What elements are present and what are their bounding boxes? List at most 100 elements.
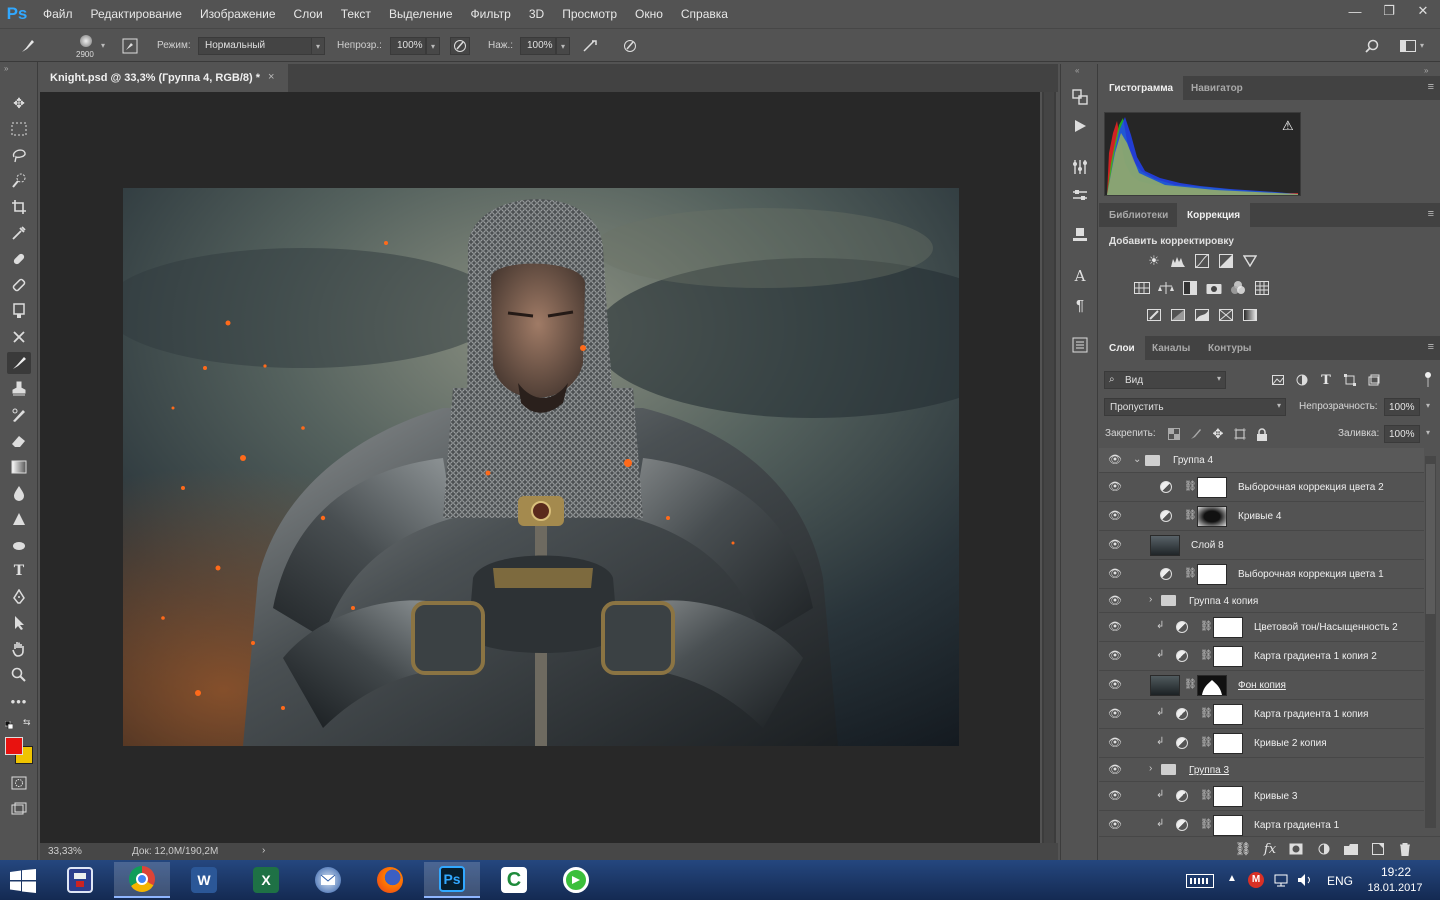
network-icon[interactable] (1273, 872, 1289, 888)
properties-panel-icon[interactable] (1069, 334, 1091, 356)
filter-shape-icon[interactable] (1341, 371, 1359, 389)
hue-saturation-icon[interactable] (1133, 279, 1151, 297)
minimize-button[interactable]: — (1338, 0, 1372, 22)
workspace-icon[interactable] (1398, 37, 1418, 55)
swap-colors-icon[interactable]: ⇆ (23, 717, 31, 728)
threshold-icon[interactable] (1193, 306, 1211, 324)
layer-row[interactable]: 👁 ↲ ⛓ Кривые 3 (1099, 782, 1424, 811)
layer-row[interactable]: 👁 ↲ ⛓ Карта градиента 1 (1099, 811, 1424, 838)
layer-mask-thumbnail[interactable] (1213, 815, 1243, 836)
new-adjustment-icon[interactable] (1315, 840, 1333, 858)
visibility-eye-icon[interactable]: 👁 (1108, 736, 1122, 750)
clock-date[interactable]: 18.01.2017 (1364, 882, 1426, 894)
menu-select[interactable]: Выделение (380, 0, 462, 28)
brush-tool-icon[interactable] (7, 352, 31, 374)
layer-row[interactable]: 👁 ⌄ Группа 4 (1099, 448, 1424, 473)
curves-icon[interactable] (1193, 252, 1211, 270)
layer-row[interactable]: 👁 ⛓ Выборочная коррекция цвета 1 (1099, 560, 1424, 589)
color-balance-icon[interactable] (1157, 279, 1175, 297)
posterize-icon[interactable] (1169, 306, 1187, 324)
new-group-icon[interactable] (1342, 840, 1360, 858)
visibility-eye-icon[interactable]: 👁 (1108, 567, 1122, 581)
visibility-eye-icon[interactable]: 👁 (1108, 538, 1122, 552)
close-window-button[interactable]: ✕ (1406, 0, 1440, 22)
menu-layers[interactable]: Слои (285, 0, 332, 28)
visibility-eye-icon[interactable]: 👁 (1108, 480, 1122, 494)
blend-mode-select[interactable]: Нормальный (198, 37, 312, 55)
tray-m-icon[interactable]: M (1248, 872, 1264, 888)
lock-all-icon[interactable] (1253, 425, 1271, 443)
layer-row[interactable]: 👁 ↲ ⛓ Карта градиента 1 копия 2 (1099, 642, 1424, 671)
link-chain-icon[interactable]: ⛓ (1200, 790, 1213, 801)
brush-size-picker[interactable]: 2900 (72, 32, 100, 60)
eraser-tool-icon[interactable] (7, 430, 31, 452)
menu-edit[interactable]: Редактирование (82, 0, 191, 28)
paragraph-panel-icon[interactable]: ¶ (1069, 294, 1091, 316)
delete-layer-icon[interactable] (1396, 840, 1414, 858)
invert-icon[interactable] (1145, 306, 1163, 324)
layer-row[interactable]: 👁 › Группа 4 копия (1099, 589, 1424, 613)
link-chain-icon[interactable]: ⛓ (1200, 737, 1213, 748)
brush-presets-icon[interactable] (1069, 184, 1091, 206)
photo-filter-icon[interactable] (1205, 279, 1223, 297)
quick-selection-tool-icon[interactable] (7, 170, 31, 192)
visibility-eye-icon[interactable]: 👁 (1108, 678, 1122, 692)
gradient-tool-icon[interactable] (7, 456, 31, 478)
pen-tool-icon[interactable] (7, 586, 31, 608)
layer-mask-thumbnail[interactable] (1213, 704, 1243, 725)
link-chain-icon[interactable]: ⛓ (1184, 481, 1197, 492)
visibility-eye-icon[interactable]: 👁 (1108, 509, 1122, 523)
chevron-down-icon[interactable]: ⌄ (1133, 454, 1141, 465)
layer-blend-mode-select[interactable]: Пропустить ▾ (1104, 398, 1286, 416)
link-chain-icon[interactable]: ⛓ (1184, 679, 1197, 690)
hand-tool-icon[interactable] (7, 638, 31, 660)
taskbar-firefox[interactable] (362, 862, 418, 898)
menu-view[interactable]: Просмотр (553, 0, 626, 28)
lock-pixels-icon[interactable] (1187, 425, 1205, 443)
more-tools-icon[interactable]: ••• (7, 690, 31, 712)
visibility-eye-icon[interactable]: 👁 (1108, 649, 1122, 663)
volume-icon[interactable] (1297, 872, 1313, 888)
layer-opacity-input[interactable]: 100% (1384, 398, 1420, 416)
type-tool-icon[interactable]: T (7, 560, 31, 582)
layer-row[interactable]: 👁 ↲ ⛓ Карта градиента 1 копия (1099, 700, 1424, 729)
layer-mask-thumbnail[interactable] (1197, 675, 1227, 696)
blur-tool-icon[interactable] (7, 482, 31, 504)
crop-tool-icon[interactable] (7, 196, 31, 218)
menu-help[interactable]: Справка (672, 0, 737, 28)
gradient-map-icon[interactable] (1241, 306, 1259, 324)
status-menu-arrow[interactable]: › (262, 845, 265, 856)
taskbar-thunderbird[interactable] (300, 862, 356, 898)
chevron-down-icon[interactable]: ▾ (101, 41, 105, 50)
layer-mask-thumbnail[interactable] (1213, 786, 1243, 807)
menu-type[interactable]: Текст (332, 0, 380, 28)
screen-mode-icon[interactable] (7, 798, 31, 820)
add-mask-icon[interactable] (1287, 840, 1305, 858)
tab-histogram[interactable]: Гистограмма (1099, 76, 1184, 100)
tab-paths[interactable]: Контуры (1198, 336, 1261, 360)
canvas-vertical-scrollbar[interactable] (1042, 92, 1056, 844)
tab-adjustments[interactable]: Коррекция (1177, 203, 1251, 227)
dodge-tool-icon[interactable] (7, 508, 31, 530)
layer-mask-thumbnail[interactable] (1213, 733, 1243, 754)
move-tool-icon[interactable]: ✥ (7, 92, 31, 114)
lasso-tool-icon[interactable] (7, 144, 31, 166)
eyedropper-tool-icon[interactable] (7, 222, 31, 244)
tab-channels[interactable]: Каналы (1142, 336, 1200, 360)
visibility-eye-icon[interactable]: 👁 (1108, 818, 1122, 832)
fx-icon[interactable]: fx (1261, 840, 1279, 858)
layers-scrollbar[interactable] (1425, 456, 1436, 828)
layer-fill-input[interactable]: 100% (1384, 425, 1420, 443)
taskbar-save-app[interactable] (52, 862, 108, 898)
chevron-right-icon[interactable]: › (1149, 594, 1152, 605)
zoom-level[interactable]: 33,33% (48, 846, 82, 857)
panel-menu-icon[interactable]: ≡ (1428, 208, 1434, 220)
layer-row[interactable]: 👁 ⛓ Выборочная коррекция цвета 2 (1099, 473, 1424, 502)
selective-color-icon[interactable] (1217, 306, 1235, 324)
tab-navigator[interactable]: Навигатор (1181, 76, 1253, 100)
filter-smart-object-icon[interactable] (1365, 371, 1383, 389)
sponge-tool-icon[interactable] (7, 534, 31, 556)
stamp-tool-icon[interactable] (7, 378, 31, 400)
layer-thumbnail[interactable] (1150, 535, 1180, 556)
visibility-eye-icon[interactable]: 👁 (1108, 453, 1122, 467)
